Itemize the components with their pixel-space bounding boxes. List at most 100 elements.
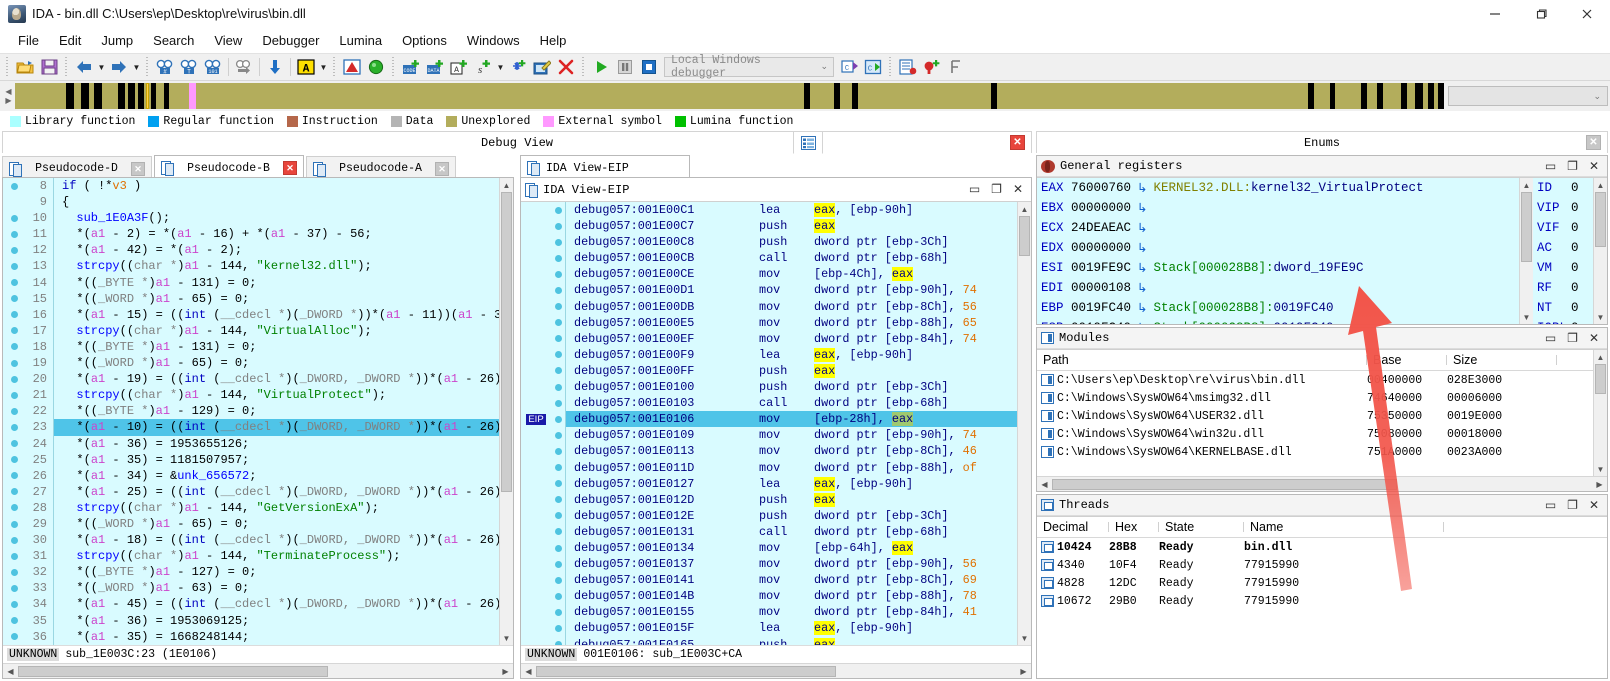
breakpoint-dot-icon[interactable]	[3, 504, 25, 512]
search-text-icon[interactable]: T	[177, 55, 201, 79]
scroll-left-icon[interactable]: ◀	[1037, 480, 1052, 489]
stop-icon[interactable]	[637, 55, 661, 79]
pseudocode-line[interactable]: 34 *(a1 - 45) = ((int (__cdecl *)(_DWORD…	[3, 596, 499, 613]
table-row[interactable]: C:\Users\ep\Desktop\re\virus\bin.dll 0040…	[1037, 371, 1593, 389]
breakpoint-dot-icon[interactable]	[551, 303, 565, 311]
pseudocode-line[interactable]: 14 *((_BYTE *)a1 - 131) = 0;	[3, 274, 499, 291]
pseudocode-line[interactable]: 28 strcpy((char *)a1 - 144, "GetVersionE…	[3, 499, 499, 516]
make-data-icon[interactable]: DATA	[423, 55, 447, 79]
scroll-thumb[interactable]	[1052, 478, 1397, 490]
breakpoint-dot-icon[interactable]	[551, 270, 565, 278]
disassembly-line[interactable]: debug057:001E00F9 lea eax, [ebp-90h]	[521, 346, 1017, 363]
jump-icon[interactable]	[232, 55, 256, 79]
disassembly-line[interactable]: debug057:001E015F lea eax, [ebp-90h]	[521, 620, 1017, 637]
disassembly-line[interactable]: debug057:001E00DB mov dword ptr [ebp-8Ch],…	[521, 298, 1017, 315]
disassembly-line[interactable]: debug057:001E0165 push eax	[521, 636, 1017, 645]
pseudocode-line[interactable]: 30 *(a1 - 18) = ((int (__cdecl *)(_DWORD…	[3, 532, 499, 549]
breakpoint-dot-icon[interactable]	[551, 431, 565, 439]
breakpoint-dot-icon[interactable]	[3, 311, 25, 319]
breakpoint-dot-icon[interactable]	[551, 447, 565, 455]
flag-row[interactable]: AC 0	[1533, 238, 1593, 258]
modules-col-path[interactable]: Path	[1037, 353, 1367, 367]
text-mode-dropdown-icon[interactable]: ▼	[318, 55, 329, 79]
tab-close-icon[interactable]: ✕	[283, 161, 297, 175]
breakpoint-dot-icon[interactable]	[551, 287, 565, 295]
register-follow-icon[interactable]: ↳	[1137, 180, 1147, 196]
main-toolbar[interactable]: ▼ ▼ # T 101 A ▼ CODE DATA A s ▼ Local Wi…	[0, 53, 1610, 81]
modules-maximize-icon[interactable]: ❐	[1567, 331, 1578, 346]
threads-header-row[interactable]: Decimal Hex State Name	[1037, 517, 1607, 538]
register-row[interactable]: ESI 0019FE9C ↳ Stack[000028B8]:dword_19FE9C	[1037, 258, 1519, 278]
minimize-button[interactable]	[1472, 0, 1518, 28]
breakpoint-dot-icon[interactable]	[551, 351, 565, 359]
disassembly-line[interactable]: debug057:001E00CE mov [ebp-4Ch], eax	[521, 266, 1017, 283]
disassembly-line[interactable]: debug057:001E0155 mov dword ptr [ebp-84h],…	[521, 604, 1017, 621]
idaview-hscrollbar[interactable]: ◀ ▶	[521, 663, 1031, 678]
breakpoint-dot-icon[interactable]	[551, 319, 565, 327]
make-code-icon[interactable]: CODE	[399, 55, 423, 79]
menu-edit[interactable]: Edit	[49, 30, 91, 51]
make-struct-icon[interactable]: s	[471, 55, 495, 79]
register-follow-icon[interactable]: ↳	[1137, 200, 1147, 216]
disassembly-line[interactable]: debug057:001E00C8 push dword ptr [ebp-3Ch]	[521, 234, 1017, 251]
scroll-thumb[interactable]	[1595, 364, 1606, 394]
scroll-down-icon[interactable]: ▼	[500, 631, 514, 645]
debug-view-dock-header[interactable]: Debug View ✕	[2, 131, 1032, 153]
breakpoint-list-icon[interactable]	[896, 55, 920, 79]
pseudocode-line[interactable]: 23 *(a1 - 10) = ((int (__cdecl *)(_DWORD…	[3, 419, 499, 436]
dock-tab-list-icon[interactable]	[793, 131, 823, 154]
breakpoint-dot-icon[interactable]	[3, 552, 25, 560]
nav-forward-icon[interactable]	[107, 55, 131, 79]
breakpoint-dot-icon[interactable]	[551, 624, 565, 632]
breakpoint-dot-icon[interactable]	[3, 375, 25, 383]
register-follow-icon[interactable]: ↳	[1137, 240, 1147, 256]
breakpoint-dot-icon[interactable]	[551, 496, 565, 504]
registers-maximize-icon[interactable]: ❐	[1567, 159, 1578, 174]
navband-right-arrow-icon[interactable]: ▶	[5, 96, 11, 105]
scroll-track[interactable]	[536, 665, 1016, 677]
breakpoint-dot-icon[interactable]	[3, 182, 25, 190]
breakpoint-dot-icon[interactable]	[551, 576, 565, 584]
down-arrow-icon[interactable]	[263, 55, 287, 79]
scroll-up-icon[interactable]: ▲	[1520, 178, 1534, 192]
disassembly-line[interactable]: debug057:001E011D mov dword ptr [ebp-88h],…	[521, 459, 1017, 476]
navigation-band[interactable]	[15, 83, 1444, 109]
register-follow-icon[interactable]: ↳	[1137, 320, 1147, 324]
breakpoint-dot-icon[interactable]	[551, 254, 565, 262]
close-button[interactable]	[1564, 0, 1610, 28]
breakpoint-dot-icon[interactable]	[551, 415, 565, 423]
breakpoint-dot-icon[interactable]	[3, 472, 25, 480]
pseudocode-line[interactable]: 10 sub_1E0A3F();	[3, 210, 499, 227]
register-row[interactable]: EBX 00000000 ↳	[1037, 198, 1519, 218]
modules-header-row[interactable]: Path Base Size	[1037, 350, 1593, 371]
disassembly-line[interactable]: debug057:001E00EF mov dword ptr [ebp-84h],…	[521, 330, 1017, 347]
disassembly-line[interactable]: debug057:001E00C7 push eax	[521, 218, 1017, 235]
flag-row[interactable]: VM 0	[1533, 258, 1593, 278]
modules-hscrollbar[interactable]: ◀ ▶	[1037, 476, 1607, 491]
menu-lumina[interactable]: Lumina	[329, 30, 392, 51]
modules-col-size[interactable]: Size	[1447, 353, 1557, 367]
scroll-down-icon[interactable]: ▼	[1018, 631, 1032, 645]
register-row[interactable]: ECX 24DEAEAC ↳	[1037, 218, 1519, 238]
scroll-track[interactable]	[18, 665, 498, 677]
breakpoint-dot-icon[interactable]	[3, 617, 25, 625]
scroll-thumb[interactable]	[1019, 216, 1030, 256]
registers-restore-icon[interactable]: ▭	[1545, 159, 1556, 174]
step-over-icon[interactable]: C	[861, 55, 885, 79]
tracing-icon[interactable]	[944, 55, 968, 79]
pseudocode-line[interactable]: 19 *((_WORD *)a1 - 65) = 0;	[3, 355, 499, 372]
pseudocode-line[interactable]: 25 *(a1 - 35) = 1181507957;	[3, 451, 499, 468]
breakpoint-dot-icon[interactable]	[3, 230, 25, 238]
breakpoint-dot-icon[interactable]	[3, 327, 25, 335]
breakpoint-dot-icon[interactable]	[551, 560, 565, 568]
menu-jump[interactable]: Jump	[91, 30, 143, 51]
warning-icon[interactable]	[340, 55, 364, 79]
breakpoint-dot-icon[interactable]	[551, 544, 565, 552]
disassembly-line[interactable]: debug057:001E0137 mov dword ptr [ebp-90h],…	[521, 556, 1017, 573]
threads-col-name[interactable]: Name	[1244, 520, 1444, 534]
breakpoint-dot-icon[interactable]	[3, 423, 25, 431]
pseudocode-line[interactable]: 13 strcpy((char *)a1 - 144, "kernel32.dl…	[3, 258, 499, 275]
menu-file[interactable]: File	[8, 30, 49, 51]
breakpoint-dot-icon[interactable]	[551, 367, 565, 375]
pseudocode-line[interactable]: 33 *((_WORD *)a1 - 63) = 0;	[3, 580, 499, 597]
